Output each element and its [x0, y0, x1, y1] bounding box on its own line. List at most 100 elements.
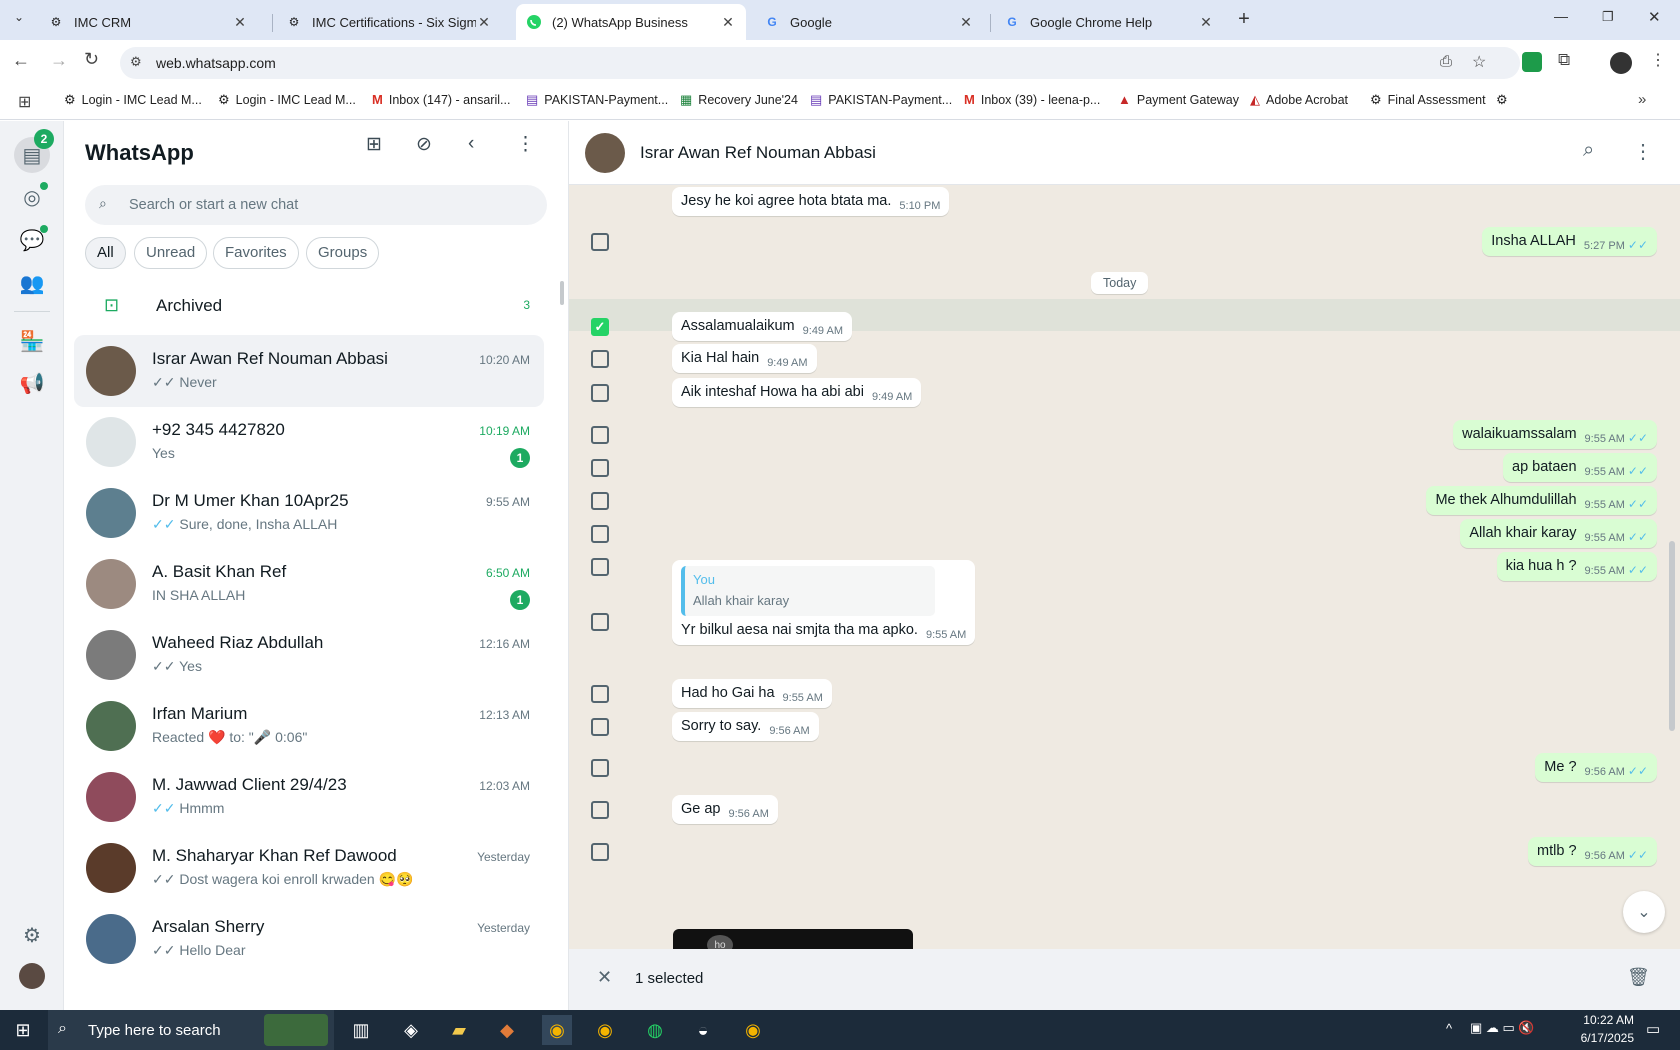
tab-google-chrome-help[interactable]: G Google Chrome Help ✕ [994, 4, 1224, 40]
tab-whatsapp-business[interactable]: (2) WhatsApp Business ✕ [516, 4, 746, 40]
close-tab-icon[interactable]: ✕ [1198, 14, 1214, 31]
message-select-checkbox[interactable] [591, 843, 609, 861]
address-bar[interactable]: ⚙ web.whatsapp.com ⎙ ☆ [120, 47, 1520, 79]
profile-avatar[interactable] [1610, 52, 1632, 74]
outgoing-message[interactable]: Allah khair karay 9:55 AM ✓✓ [1460, 519, 1657, 548]
filter-all[interactable]: All [85, 237, 126, 269]
chat-list-item[interactable]: A. Basit Khan Ref IN SHA ALLAH 6:50 AM 1 [74, 548, 544, 620]
communities-icon[interactable]: 👥 [18, 269, 46, 297]
menu-icon[interactable]: ⋮ [516, 133, 535, 156]
app-icon[interactable]: ◆ [492, 1015, 522, 1045]
chat-list-item[interactable]: Israr Awan Ref Nouman Abbasi ✓✓ Never 10:2… [74, 335, 544, 407]
message-select-checkbox[interactable] [591, 384, 609, 402]
minimize-icon[interactable]: — [1554, 8, 1568, 24]
windows-start-icon[interactable]: ⊞ [8, 1015, 38, 1045]
message-select-checkbox[interactable] [591, 233, 609, 251]
chat-list-item[interactable]: Arsalan Sherry ✓✓ Hello Dear Yesterday [74, 903, 544, 975]
url-text[interactable]: web.whatsapp.com [156, 55, 276, 71]
incoming-message[interactable]: Jesy he koi agree hota btata ma. 5:10 PM [672, 187, 950, 216]
close-tab-icon[interactable]: ✕ [958, 14, 974, 31]
bookmark-item[interactable]: ▤ PAKISTAN-Payment... [526, 92, 668, 108]
advertise-icon[interactable]: 📢 [18, 369, 46, 397]
filter-groups[interactable]: Groups [306, 237, 380, 269]
restore-icon[interactable]: ❐ [1602, 9, 1614, 25]
extension-icon[interactable] [1522, 52, 1542, 72]
chat-list-item[interactable]: Waheed Riaz Abdullah ✓✓ Yes 12:16 AM [74, 619, 544, 691]
chrome-icon[interactable]: ◉ [738, 1015, 768, 1045]
tab-search-icon[interactable]: ⌄ [8, 10, 30, 30]
outgoing-message[interactable]: Me thek Alhumdulillah 9:55 AM ✓✓ [1426, 486, 1657, 515]
close-selection-icon[interactable]: ✕ [597, 967, 612, 988]
tray-chevron-icon[interactable]: ^ [1446, 1021, 1452, 1036]
incoming-message[interactable]: Sorry to say. 9:56 AM [672, 712, 819, 741]
forward-icon[interactable]: → [50, 50, 68, 71]
bookmark-item[interactable]: ▤ PAKISTAN-Payment... [810, 92, 952, 108]
outgoing-message[interactable]: kia hua h ? 9:55 AM ✓✓ [1496, 552, 1657, 581]
outgoing-message[interactable]: ap bataen 9:55 AM ✓✓ [1503, 453, 1657, 482]
site-info-icon[interactable]: ⚙ [130, 54, 142, 70]
new-chat-icon[interactable]: ⊞ [366, 133, 382, 156]
filter-favorites[interactable]: Favorites [213, 237, 299, 269]
message-select-checkbox[interactable] [591, 492, 609, 510]
chrome-icon[interactable]: ◉ [590, 1015, 620, 1045]
contact-name[interactable]: Israr Awan Ref Nouman Abbasi [640, 143, 876, 163]
hidden-eye-icon[interactable]: ⊘ [416, 133, 432, 156]
close-tab-icon[interactable]: ✕ [476, 14, 492, 31]
incoming-message[interactable]: Kia Hal hain 9:49 AM [672, 344, 817, 373]
quoted-message[interactable]: You Allah khair karay [681, 566, 935, 616]
message-select-checkbox[interactable] [591, 718, 609, 736]
bookmark-item[interactable]: ◭ Adobe Acrobat [1250, 92, 1348, 108]
new-tab-button[interactable]: + [1232, 8, 1256, 32]
chat-list-item[interactable]: M. Shaharyar Khan Ref Dawood ✓✓ Dost wage… [74, 832, 544, 904]
contact-avatar[interactable] [585, 133, 625, 173]
scrollbar[interactable] [1669, 541, 1675, 731]
bookmark-item[interactable]: ⚙ Final Assessment [1370, 92, 1486, 108]
notifications-icon[interactable]: ▭ [1646, 1020, 1660, 1038]
outgoing-message[interactable]: mtlb ? 9:56 AM ✓✓ [1528, 837, 1657, 866]
message-select-checkbox[interactable] [591, 558, 609, 576]
apps-grid-icon[interactable]: ⊞ [18, 92, 31, 112]
chat-list-item[interactable]: M. Jawwad Client 29/4/23 ✓✓ Hmmm 12:03 AM [74, 761, 544, 833]
tab-imc-certifications[interactable]: ⚙ IMC Certifications - Six Sigma G ✕ [276, 4, 502, 40]
tray-icons[interactable]: ▣ ☁ ▭ 🔇 [1470, 1020, 1535, 1036]
bookmark-item[interactable]: M Inbox (147) - ansaril... [372, 92, 510, 107]
whatsapp-icon[interactable]: ◍ [640, 1015, 670, 1045]
scrollbar[interactable] [560, 281, 564, 305]
install-app-icon[interactable]: ⎙ [1440, 53, 1452, 70]
message-select-checkbox[interactable] [591, 350, 609, 368]
conversation-header[interactable]: Israr Awan Ref Nouman Abbasi ⌕ ⋮ [569, 121, 1680, 185]
media-message[interactable]: ho [673, 929, 913, 949]
delete-icon[interactable]: 🗑 [1627, 967, 1650, 988]
incoming-message[interactable]: You Allah khair karay Yr bilkul aesa nai s… [672, 560, 976, 645]
bookmark-item[interactable]: ▦ Recovery June'24 [680, 92, 798, 108]
settings-icon[interactable]: ⚙ [18, 921, 46, 949]
app-icon[interactable]: ◒ [688, 1015, 718, 1045]
copilot-icon[interactable]: ◈ [396, 1015, 426, 1045]
tab-google[interactable]: G Google ✕ [754, 4, 984, 40]
bookmark-item[interactable]: ⚙ Login - IMC Lead M... [218, 92, 356, 108]
incoming-message[interactable]: Aik inteshaf Howa ha abi abi 9:49 AM [672, 378, 922, 407]
profile-avatar[interactable] [19, 963, 45, 989]
chat-list-item[interactable]: Irfan Marium Reacted ❤️ to: "🎤 0:06" 12:13… [74, 690, 544, 762]
bookmark-item[interactable]: ⚙ Login - IMC Lead M... [64, 92, 202, 108]
message-select-checkbox[interactable] [591, 759, 609, 777]
close-window-icon[interactable]: ✕ [1648, 8, 1661, 26]
search-input[interactable]: ⌕ Search or start a new chat [85, 185, 547, 225]
close-tab-icon[interactable]: ✕ [720, 14, 736, 31]
incoming-message[interactable]: Had ho Gai ha 9:55 AM [672, 679, 832, 708]
extensions-puzzle-icon[interactable]: ⧉ [1558, 50, 1570, 70]
catalog-icon[interactable]: 🏪 [18, 327, 46, 355]
bookmark-item[interactable]: ⚙ [1496, 92, 1508, 108]
bookmark-item[interactable]: M Inbox (39) - leena-p... [964, 92, 1100, 107]
outgoing-message[interactable]: walaikuamssalam 9:55 AM ✓✓ [1453, 420, 1657, 449]
message-select-checkbox[interactable] [591, 426, 609, 444]
reload-icon[interactable]: ↻ [84, 49, 99, 70]
close-tab-icon[interactable]: ✕ [232, 14, 248, 31]
scroll-down-button[interactable]: ⌄ [1623, 891, 1665, 933]
chat-list-item[interactable]: +92 345 4427820 Yes 10:19 AM 1 [74, 406, 544, 478]
outgoing-message[interactable]: Me ? 9:56 AM ✓✓ [1535, 753, 1657, 782]
incoming-message[interactable]: Assalamualaikum 9:49 AM [672, 312, 852, 341]
more-bookmarks-icon[interactable]: » [1638, 91, 1646, 108]
search-icon[interactable]: ⌕ [1583, 139, 1594, 162]
tab-imc-crm[interactable]: ⚙ IMC CRM ✕ [38, 4, 258, 40]
